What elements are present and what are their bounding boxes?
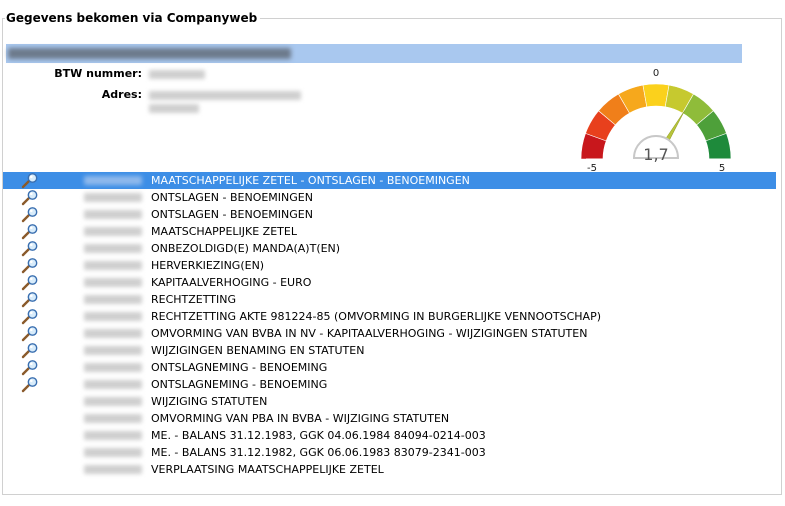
publication-date-redacted — [84, 431, 142, 440]
publication-text: ME. - BALANS 31.12.1983, GGK 04.06.1984 … — [151, 429, 486, 442]
publication-row[interactable]: RECHTZETTING AKTE 981224-85 (OMVORMING I… — [0, 308, 785, 325]
publication-row[interactable]: WIJZIGINGEN BENAMING EN STATUTEN — [0, 342, 785, 359]
publication-date-redacted — [84, 397, 142, 406]
company-name-bar — [6, 44, 742, 63]
publication-text: HERVERKIEZING(EN) — [151, 259, 265, 272]
publication-text: MAATSCHAPPELIJKE ZETEL — [151, 225, 297, 238]
magnifier-icon[interactable] — [20, 173, 40, 189]
publication-row[interactable]: ONTSLAGNEMING - BENOEMING — [0, 376, 785, 393]
publication-row[interactable]: RECHTZETTING — [0, 291, 785, 308]
publication-text: ONTSLAGEN - BENOEMINGEN — [151, 191, 313, 204]
magnifier-icon[interactable] — [20, 241, 40, 257]
publication-date-redacted — [84, 176, 142, 185]
address-line1-redacted — [149, 91, 301, 100]
publication-row[interactable]: ONTSLAGEN - BENOEMINGEN — [0, 189, 785, 206]
publication-row[interactable]: ME. - BALANS 31.12.1983, GGK 04.06.1984 … — [0, 427, 785, 444]
publication-date-redacted — [84, 278, 142, 287]
publication-date-redacted — [84, 295, 142, 304]
publication-date-redacted — [84, 244, 142, 253]
publications-list: MAATSCHAPPELIJKE ZETEL - ONTSLAGEN - BEN… — [0, 172, 785, 478]
publication-text: KAPITAALVERHOGING - EURO — [151, 276, 312, 289]
publication-text: WIJZIGING STATUTEN — [151, 395, 268, 408]
publication-text: OMVORMING VAN BVBA IN NV - KAPITAALVERHO… — [151, 327, 588, 340]
magnifier-icon[interactable] — [20, 343, 40, 359]
gauge-segment — [642, 83, 670, 108]
publication-row[interactable]: VERPLAATSING MAATSCHAPPELIJKE ZETEL — [0, 461, 785, 478]
publication-row[interactable]: ONBEZOLDIGD(E) MANDA(A)T(EN) — [0, 240, 785, 257]
publication-text: ONTSLAGEN - BENOEMINGEN — [151, 208, 313, 221]
publication-text: RECHTZETTING AKTE 981224-85 (OMVORMING I… — [151, 310, 602, 323]
publication-text: RECHTZETTING — [151, 293, 236, 306]
publication-row[interactable]: ME. - BALANS 31.12.1982, GGK 06.06.1983 … — [0, 444, 785, 461]
publication-text: ONBEZOLDIGD(E) MANDA(A)T(EN) — [151, 242, 341, 255]
btw-value-redacted — [149, 70, 205, 79]
publication-row[interactable]: MAATSCHAPPELIJKE ZETEL — [0, 223, 785, 240]
btw-label: BTW nummer: — [54, 67, 142, 80]
magnifier-icon[interactable] — [20, 275, 40, 291]
publication-text: WIJZIGINGEN BENAMING EN STATUTEN — [151, 344, 365, 357]
publication-text: ME. - BALANS 31.12.1982, GGK 06.06.1983 … — [151, 446, 486, 459]
adres-label: Adres: — [101, 88, 142, 101]
panel-title: Gegevens bekomen via Companyweb — [5, 10, 261, 26]
magnifier-icon[interactable] — [20, 360, 40, 376]
publication-text: VERPLAATSING MAATSCHAPPELIJKE ZETEL — [151, 463, 384, 476]
publication-date-redacted — [84, 346, 142, 355]
publication-row[interactable]: ONTSLAGNEMING - BENOEMING — [0, 359, 785, 376]
publication-date-redacted — [84, 448, 142, 457]
publication-row[interactable]: ONTSLAGEN - BENOEMINGEN — [0, 206, 785, 223]
score-gauge: 1,7 0 -5 5 — [580, 68, 734, 174]
gauge-value: 1,7 — [643, 145, 668, 164]
publication-date-redacted — [84, 193, 142, 202]
publication-text: OMVORMING VAN PBA IN BVBA - WIJZIGING ST… — [151, 412, 450, 425]
magnifier-icon[interactable] — [20, 207, 40, 223]
magnifier-icon[interactable] — [20, 258, 40, 274]
publication-row[interactable]: OMVORMING VAN PBA IN BVBA - WIJZIGING ST… — [0, 410, 785, 427]
magnifier-icon[interactable] — [20, 326, 40, 342]
address-line2-redacted — [149, 104, 199, 113]
publication-date-redacted — [84, 227, 142, 236]
publication-row[interactable]: OMVORMING VAN BVBA IN NV - KAPITAALVERHO… — [0, 325, 785, 342]
publication-text: ONTSLAGNEMING - BENOEMING — [151, 361, 328, 374]
magnifier-icon[interactable] — [20, 224, 40, 240]
company-name-redacted — [8, 48, 291, 59]
publication-date-redacted — [84, 329, 142, 338]
publication-date-redacted — [84, 414, 142, 423]
publication-text: MAATSCHAPPELIJKE ZETEL - ONTSLAGEN - BEN… — [151, 174, 470, 187]
publication-date-redacted — [84, 210, 142, 219]
publication-text: ONTSLAGNEMING - BENOEMING — [151, 378, 328, 391]
publication-row[interactable]: WIJZIGING STATUTEN — [0, 393, 785, 410]
publication-date-redacted — [84, 380, 142, 389]
publication-date-redacted — [84, 465, 142, 474]
magnifier-icon[interactable] — [20, 309, 40, 325]
publication-row[interactable]: MAATSCHAPPELIJKE ZETEL - ONTSLAGEN - BEN… — [3, 172, 776, 189]
publication-row[interactable]: KAPITAALVERHOGING - EURO — [0, 274, 785, 291]
magnifier-icon[interactable] — [20, 190, 40, 206]
publication-row[interactable]: HERVERKIEZING(EN) — [0, 257, 785, 274]
publication-date-redacted — [84, 363, 142, 372]
publication-date-redacted — [84, 312, 142, 321]
publication-date-redacted — [84, 261, 142, 270]
gauge-mid-label: 0 — [653, 68, 659, 79]
magnifier-icon[interactable] — [20, 292, 40, 308]
magnifier-icon[interactable] — [20, 377, 40, 393]
